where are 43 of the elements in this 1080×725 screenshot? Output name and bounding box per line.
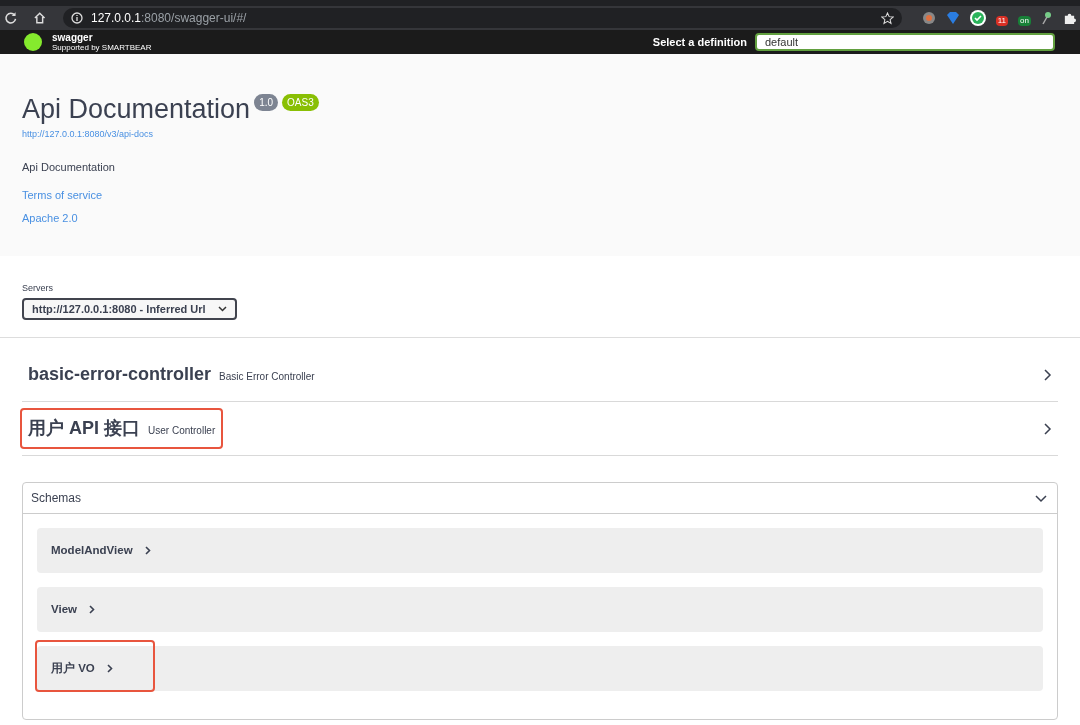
model-name: 用户 VO bbox=[51, 660, 95, 676]
tag-description: User Controller bbox=[148, 424, 216, 438]
record-icon[interactable] bbox=[921, 11, 936, 25]
chevron-icon bbox=[89, 605, 95, 614]
chevron-icon[interactable] bbox=[1043, 368, 1052, 381]
model-name: View bbox=[51, 601, 77, 617]
version-badge: 1.0 bbox=[254, 94, 279, 111]
chevron-icon bbox=[106, 664, 113, 673]
extension-badge[interactable]: on bbox=[1018, 16, 1031, 26]
tag-row[interactable]: basic-error-controller Basic Error Controller bbox=[22, 348, 1058, 402]
tag-name[interactable]: 用户 API 接口 bbox=[28, 415, 140, 442]
definition-label: Select a definition bbox=[652, 34, 747, 50]
address-bar[interactable]: 127.0.0.1:8080/swagger-ui/#/ bbox=[62, 8, 902, 28]
servers-label: Servers bbox=[22, 282, 54, 295]
spec-badge: OAS3 bbox=[282, 94, 319, 111]
logo-icon bbox=[22, 33, 44, 51]
check-icon[interactable] bbox=[969, 10, 986, 26]
server-select[interactable]: http://127.0.0.1:8080 - Inferred Url bbox=[22, 297, 237, 320]
chevron-icon[interactable] bbox=[1043, 422, 1052, 435]
tag-description: Basic Error Controller bbox=[219, 370, 315, 384]
pin-icon[interactable] bbox=[1041, 11, 1053, 25]
tagline: Supported by SMARTBEAR bbox=[52, 43, 152, 52]
tag-name[interactable]: basic-error-controller bbox=[28, 361, 212, 388]
url-text: 127.0.0.1:8080/swagger-ui/#/ bbox=[90, 10, 247, 27]
puzzle-icon[interactable] bbox=[1063, 11, 1076, 25]
logo-text: swagger bbox=[52, 32, 94, 43]
description-text: Api Documentation bbox=[22, 159, 116, 175]
caret-icon bbox=[217, 305, 227, 312]
extension-badge[interactable]: 11 bbox=[995, 16, 1009, 26]
model-row[interactable]: ModelAndView bbox=[37, 528, 1043, 573]
home-icon[interactable] bbox=[33, 11, 47, 25]
diamond-icon[interactable] bbox=[945, 11, 960, 25]
reload-icon[interactable] bbox=[4, 11, 18, 25]
info-icon bbox=[70, 12, 83, 24]
tag-row[interactable]: 用户 API 接口 User Controller bbox=[22, 402, 1058, 456]
page-title: Api Documentation bbox=[22, 94, 251, 124]
model-row[interactable]: View bbox=[37, 587, 1043, 632]
schemas-header[interactable]: Schemas bbox=[23, 483, 1057, 514]
model-row[interactable]: 用户 VO bbox=[37, 646, 1043, 691]
model-name: ModelAndView bbox=[51, 542, 133, 558]
star-icon[interactable] bbox=[880, 11, 894, 25]
definition-select[interactable]: default bbox=[755, 33, 1055, 51]
chevron-icon bbox=[144, 546, 151, 555]
